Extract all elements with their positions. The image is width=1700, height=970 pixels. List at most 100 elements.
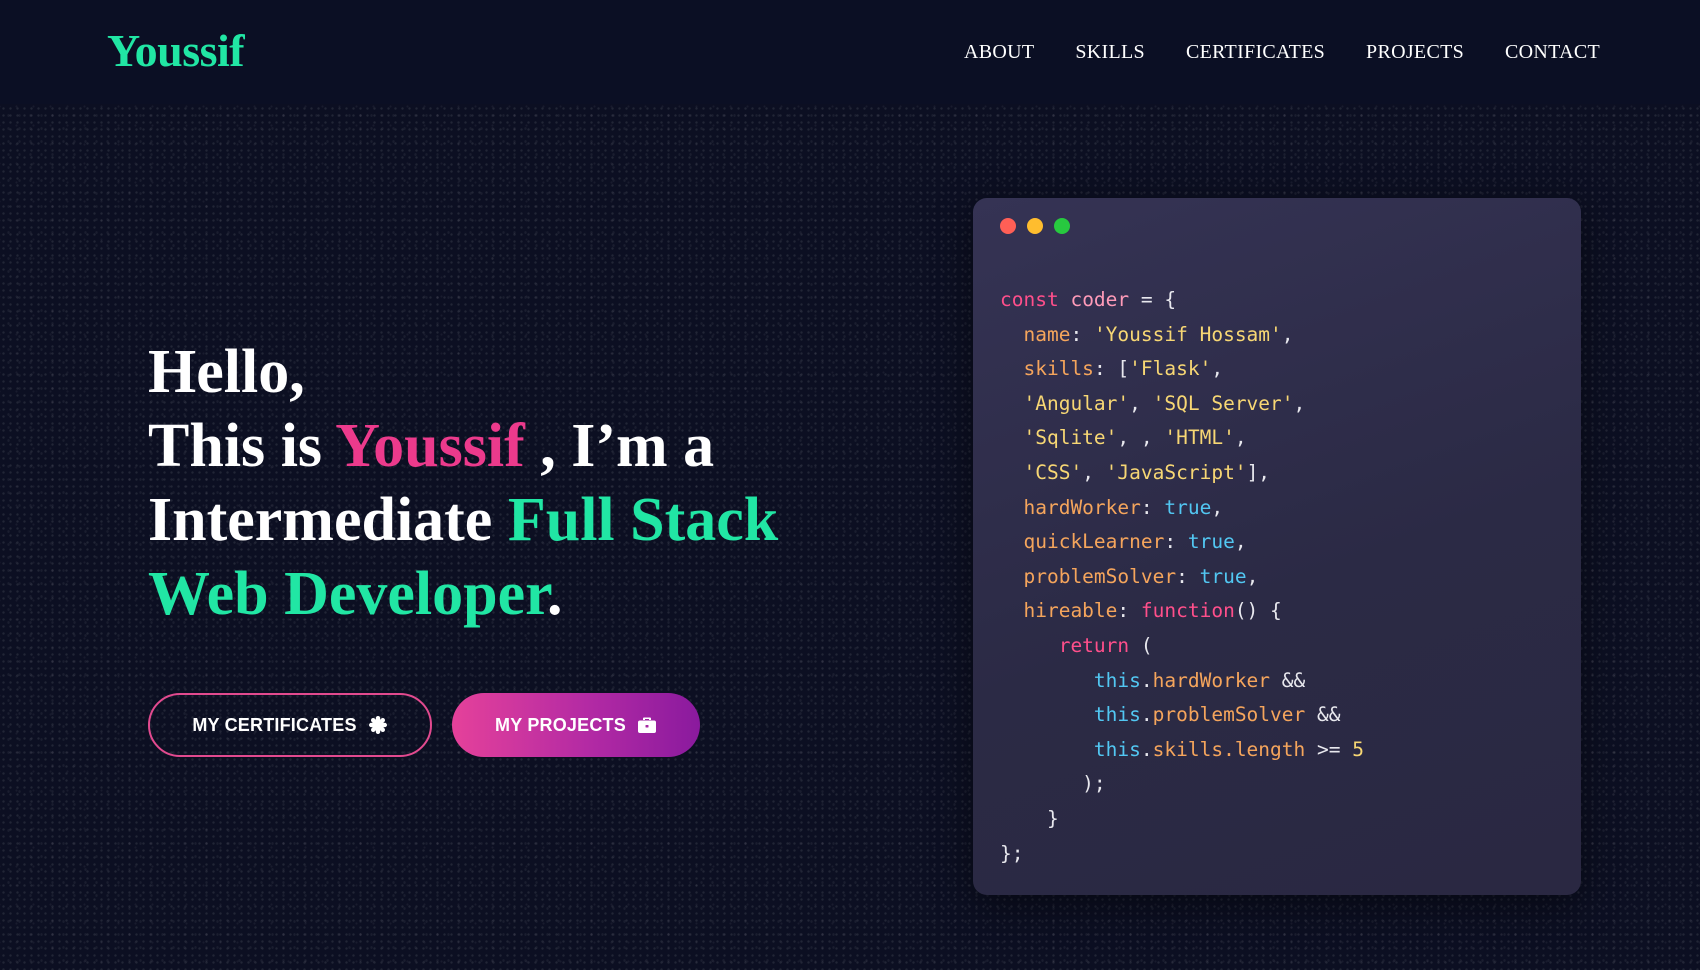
my-projects-label: MY PROJECTS: [495, 714, 626, 735]
hero-intro-line: This is Youssif , I’m a: [148, 409, 778, 483]
code-token: 5: [1352, 737, 1364, 761]
hero-level: Intermediate: [148, 486, 508, 554]
code-token: true: [1187, 530, 1235, 554]
code-token: ,: [1281, 322, 1294, 346]
code-token: :: [1140, 495, 1165, 519]
badge-icon: [368, 715, 388, 735]
code-token: (: [1129, 633, 1153, 657]
code-token: function: [1140, 599, 1235, 623]
code-token: : [: [1093, 357, 1130, 381]
code-token: .: [1140, 668, 1153, 692]
code-line: const coder = {: [1000, 283, 1364, 318]
hero-greeting: Hello,: [148, 338, 305, 406]
hero-role-title: Web Developer: [148, 560, 547, 628]
code-token: 'Angular': [1023, 391, 1130, 415]
code-token: skills.length: [1152, 737, 1306, 761]
hero-role-line-2: Web Developer.: [148, 557, 778, 631]
code-token: ,: [1082, 460, 1106, 484]
code-token: true: [1164, 495, 1212, 519]
code-line: hireable: function() {: [1000, 594, 1364, 629]
briefcase-icon: [637, 716, 657, 734]
close-dot-icon: [1000, 218, 1016, 234]
code-token: :: [1117, 599, 1141, 623]
code-token: this: [1093, 737, 1141, 761]
code-window: const coder = { name: 'Youssif Hossam' , …: [973, 198, 1581, 895]
hero-heading: Hello, This is Youssif , I’m a Intermedi…: [148, 335, 778, 631]
code-token: problemSolver: [1152, 703, 1306, 727]
code-snippet: const coder = { name: 'Youssif Hossam' , …: [1000, 283, 1364, 871]
code-token: };: [1000, 841, 1024, 865]
code-line: skills: ['Flask',: [1000, 352, 1364, 387]
code-token: () {: [1234, 599, 1282, 623]
my-certificates-label: MY CERTIFICATES: [192, 714, 357, 735]
code-token: ,: [1211, 495, 1224, 519]
my-projects-button[interactable]: MY PROJECTS: [452, 693, 700, 757]
code-token: const: [1000, 288, 1059, 311]
nav-link-projects[interactable]: PROJECTS: [1366, 41, 1464, 64]
navbar: Youssif ABOUT SKILLS CERTIFICATES PROJEC…: [0, 0, 1700, 104]
hero-intro-suffix: , I’m a: [524, 412, 715, 480]
code-token: = {: [1129, 288, 1177, 311]
code-line: name: 'Youssif Hossam',: [1000, 318, 1364, 353]
code-token: :: [1164, 530, 1188, 554]
code-token: ,: [1246, 564, 1259, 588]
code-token: , ,: [1117, 426, 1165, 450]
code-token: 'Youssif Hossam': [1093, 322, 1282, 346]
code-token: name: [1023, 322, 1071, 346]
hero-buttons: MY CERTIFICATES MY PROJECTS: [148, 693, 700, 757]
code-token: coder: [1070, 288, 1130, 311]
code-token: this: [1093, 703, 1141, 727]
nav-link-skills[interactable]: SKILLS: [1075, 41, 1145, 64]
code-token: hardWorker: [1152, 668, 1271, 692]
code-line: this.problemSolver &&: [1000, 698, 1364, 733]
maximize-dot-icon: [1054, 218, 1070, 234]
hero-name: Youssif: [335, 412, 525, 480]
code-token: return: [1058, 633, 1130, 657]
code-line: quickLearner: true,: [1000, 525, 1364, 560]
code-token: 'Flask': [1129, 357, 1212, 381]
code-token: this: [1093, 668, 1141, 692]
code-line: problemSolver: true,: [1000, 560, 1364, 595]
code-token: true: [1199, 564, 1247, 588]
code-token: :: [1070, 322, 1094, 346]
code-token: 'JavaScript': [1105, 460, 1247, 484]
nav-link-certificates[interactable]: CERTIFICATES: [1186, 41, 1325, 64]
code-token: problemSolver: [1023, 564, 1177, 588]
nav-link-contact[interactable]: CONTACT: [1505, 41, 1600, 64]
code-line: 'CSS', 'JavaScript'],: [1000, 456, 1364, 491]
code-line: );: [1000, 767, 1364, 802]
code-line: 'Sqlite', , 'HTML',: [1000, 421, 1364, 456]
site-logo[interactable]: Youssif: [107, 24, 245, 77]
code-token: :: [1176, 564, 1200, 588]
code-token: ,: [1234, 426, 1247, 450]
code-line: 'Angular', 'SQL Server',: [1000, 387, 1364, 422]
code-token: hardWorker: [1023, 495, 1141, 519]
hero-role-line: Intermediate Full Stack: [148, 483, 778, 557]
code-token: ,: [1211, 357, 1224, 381]
my-certificates-button[interactable]: MY CERTIFICATES: [148, 693, 432, 757]
code-token: quickLearner: [1023, 530, 1165, 554]
code-token: ],: [1246, 460, 1271, 484]
code-token: );: [1000, 772, 1106, 796]
code-token: 'Sqlite': [1023, 426, 1118, 450]
code-token: ,: [1129, 391, 1153, 415]
nav-link-about[interactable]: ABOUT: [964, 41, 1034, 64]
code-token: 'CSS': [1023, 460, 1083, 484]
code-token: >=: [1305, 737, 1353, 761]
code-line: return (: [1000, 629, 1364, 664]
code-token: hireable: [1023, 599, 1118, 623]
hero-role-highlight: Full Stack: [507, 486, 779, 554]
hero-intro-prefix: This is: [148, 412, 336, 480]
code-token: ,: [1293, 391, 1306, 415]
code-token: ,: [1234, 530, 1247, 554]
